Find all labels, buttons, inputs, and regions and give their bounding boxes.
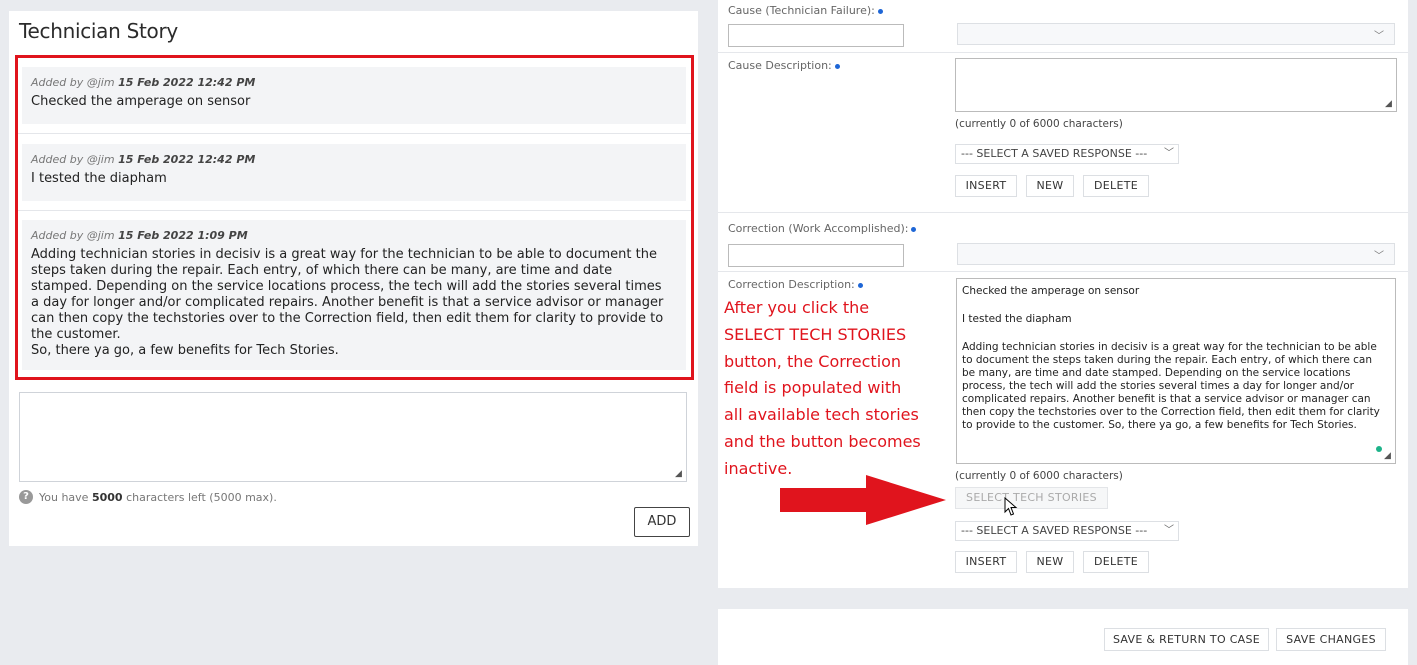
tutorial-annotation: After you click the SELECT TECH STORIES … xyxy=(724,295,954,483)
story-item: Added by @jim 15 Feb 2022 12:42 PM I tes… xyxy=(22,144,686,201)
required-dot xyxy=(911,226,917,232)
tech-stories-highlight: Added by @jim 15 Feb 2022 12:42 PM Check… xyxy=(15,55,694,380)
annotation-line: After you click the xyxy=(724,298,870,317)
correction-paragraph: Checked the amperage on sensor xyxy=(962,285,1140,297)
chevron-down-icon: ﹀ xyxy=(1164,525,1174,536)
correction-work-select[interactable]: ﹀ xyxy=(957,243,1395,265)
annotation-line: and the button becomes xyxy=(724,431,921,451)
cause-delete-button[interactable]: DELETE xyxy=(1083,175,1149,197)
required-dot xyxy=(834,63,840,69)
divider xyxy=(718,212,1408,213)
cause-description-textarea[interactable]: ◢ xyxy=(955,58,1397,112)
cause-failure-select[interactable]: ﹀ xyxy=(957,23,1395,45)
required-dot xyxy=(857,282,863,288)
new-story-textarea[interactable]: ◢ xyxy=(19,392,687,482)
annotation-line: all available tech stories xyxy=(724,405,919,425)
divider xyxy=(18,210,691,211)
cause-description-label: Cause Description: xyxy=(728,59,840,72)
resize-grip-icon[interactable]: ◢ xyxy=(1384,452,1392,461)
story-item: Added by @jim 15 Feb 2022 1:09 PM Adding… xyxy=(22,220,686,370)
cause-failure-label: Cause (Technician Failure): xyxy=(728,4,883,17)
correction-paragraph: Adding technician stories in decisiv is … xyxy=(962,341,1380,431)
chevron-down-icon: ﹀ xyxy=(1164,148,1174,159)
chevron-down-icon: ﹀ xyxy=(1374,251,1384,262)
panel-title: Technician Story xyxy=(19,19,178,43)
annotation-line: field is populated with xyxy=(724,378,902,398)
correction-insert-button[interactable]: INSERT xyxy=(955,551,1017,573)
cause-new-button[interactable]: NEW xyxy=(1026,175,1074,197)
char-help: ? You have 5000 characters left (5000 ma… xyxy=(19,490,277,504)
story-line: stamped. Depending on the service locati… xyxy=(31,279,662,294)
story-text: Checked the amperage on sensor xyxy=(31,94,251,109)
story-text: I tested the diapham xyxy=(31,171,167,186)
correction-work-label: Correction (Work Accomplished): xyxy=(728,222,917,235)
resize-grip-icon[interactable]: ◢ xyxy=(1385,100,1393,109)
correction-description-label: Correction Description: xyxy=(728,278,863,291)
divider xyxy=(18,133,691,134)
resize-grip-icon[interactable]: ◢ xyxy=(675,470,683,479)
correction-delete-button[interactable]: DELETE xyxy=(1083,551,1149,573)
story-text: Adding technician stories in decisiv is … xyxy=(31,247,676,359)
cause-saved-response-select[interactable]: --- SELECT A SAVED RESPONSE --- ﹀ xyxy=(955,144,1179,164)
add-button[interactable]: ADD xyxy=(634,507,690,537)
story-line: the customer. xyxy=(31,327,121,342)
arrow-right-icon xyxy=(780,475,946,525)
correction-description-textarea[interactable]: Checked the amperage on sensor I tested … xyxy=(956,278,1396,464)
story-meta: Added by @jim 15 Feb 2022 12:42 PM xyxy=(31,76,256,89)
correction-char-counter: (currently 0 of 6000 characters) xyxy=(955,470,1123,482)
correction-code-input[interactable] xyxy=(728,244,904,267)
chevron-down-icon: ﹀ xyxy=(1374,31,1384,42)
story-line: a day for longer and/or complicated repa… xyxy=(31,295,664,310)
cause-insert-button[interactable]: INSERT xyxy=(955,175,1017,197)
story-item: Added by @jim 15 Feb 2022 12:42 PM Check… xyxy=(22,67,686,124)
annotation-line: button, the Correction xyxy=(724,351,902,371)
cause-failure-code-input[interactable] xyxy=(728,24,904,47)
annotation-line: SELECT TECH STORIES xyxy=(724,324,907,344)
grammar-status-icon xyxy=(1376,446,1382,452)
save-changes-button[interactable]: SAVE CHANGES xyxy=(1276,628,1386,651)
cause-char-counter: (currently 0 of 6000 characters) xyxy=(955,118,1123,130)
save-return-button[interactable]: SAVE & RETURN TO CASE xyxy=(1104,628,1269,651)
correction-new-button[interactable]: NEW xyxy=(1026,551,1074,573)
correction-saved-response-select[interactable]: --- SELECT A SAVED RESPONSE --- ﹀ xyxy=(955,521,1179,541)
divider xyxy=(718,271,1408,272)
story-line: can then copy the techstories over to th… xyxy=(31,311,664,326)
divider xyxy=(718,52,1408,53)
story-line: So, there ya go, a few benefits for Tech… xyxy=(31,343,339,358)
story-meta: Added by @jim 15 Feb 2022 1:09 PM xyxy=(31,229,248,242)
story-meta: Added by @jim 15 Feb 2022 12:42 PM xyxy=(31,153,256,166)
correction-paragraph: I tested the diapham xyxy=(962,313,1072,325)
required-dot xyxy=(877,8,883,14)
char-help-text: You have 5000 characters left (5000 max)… xyxy=(39,490,277,504)
help-icon: ? xyxy=(19,490,33,504)
mouse-cursor-icon xyxy=(1004,497,1018,516)
select-tech-stories-button[interactable]: SELECT TECH STORIES xyxy=(955,487,1108,509)
story-line: Adding technician stories in decisiv is … xyxy=(31,247,657,262)
story-line: steps taken during the repair. Each entr… xyxy=(31,263,613,278)
technician-story-panel: Technician Story Added by @jim 15 Feb 20… xyxy=(9,11,698,546)
